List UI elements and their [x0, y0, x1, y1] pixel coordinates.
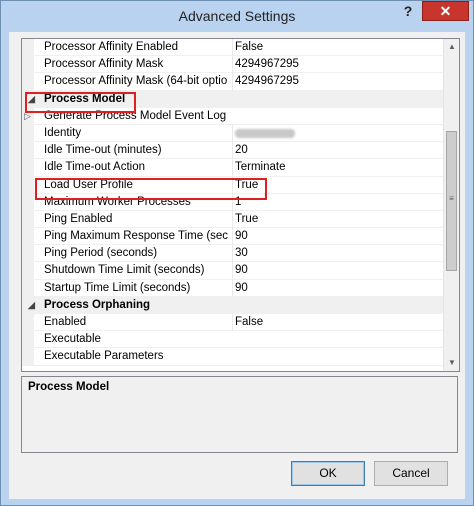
grid-row[interactable]: Executable Parameters: [22, 348, 443, 366]
help-button[interactable]: ?: [394, 1, 422, 21]
dialog-body: Processor Affinity Enabled False Processor…: [9, 32, 465, 499]
ok-button[interactable]: OK: [291, 461, 365, 486]
collapse-icon[interactable]: ◢: [28, 297, 35, 314]
cancel-button[interactable]: Cancel: [374, 461, 448, 486]
property-value[interactable]: 90: [232, 228, 445, 246]
property-name: Processor Affinity Enabled: [44, 41, 179, 53]
property-rows: Processor Affinity Enabled False Processor…: [22, 39, 443, 366]
grid-row[interactable]: Ping Enabled True: [22, 210, 445, 229]
property-name: Ping Enabled: [44, 212, 113, 225]
property-name: Idle Time-out (minutes): [44, 144, 162, 157]
row-gutter: [22, 210, 34, 228]
row-gutter: [22, 39, 34, 56]
property-name: Idle Time-out Action: [44, 161, 145, 174]
property-name: Enabled: [44, 316, 87, 328]
title-bar[interactable]: Advanced Settings ? ✕: [1, 1, 473, 32]
row-gutter: [22, 73, 34, 90]
property-name: Startup Time Limit (seconds): [44, 281, 191, 294]
row-gutter: [22, 228, 34, 245]
close-button[interactable]: ✕: [422, 1, 469, 21]
property-name: Ping Period (seconds): [44, 247, 158, 260]
property-value[interactable]: [232, 124, 445, 144]
row-gutter: [22, 176, 34, 193]
description-title: Process Model: [28, 381, 110, 393]
scroll-thumb[interactable]: ≡: [446, 131, 457, 271]
row-gutter: [22, 159, 34, 176]
property-value[interactable]: True: [232, 210, 445, 228]
row-gutter: [22, 279, 34, 296]
property-value[interactable]: 4294967295: [232, 56, 445, 74]
property-name: Executable Parameters: [44, 350, 164, 363]
property-name: Identity: [44, 126, 82, 139]
category-label: Process Model: [44, 92, 126, 105]
property-name: Executable: [44, 333, 101, 346]
grid-row[interactable]: Idle Time-out Action Terminate: [22, 159, 445, 177]
grid-row[interactable]: Startup Time Limit (seconds) 90: [22, 279, 445, 297]
row-gutter: [22, 124, 34, 142]
grid-row[interactable]: Shutdown Time Limit (seconds) 90: [22, 262, 445, 280]
grid-row[interactable]: Ping Period (seconds) 30: [22, 245, 445, 263]
advanced-settings-dialog: Advanced Settings ? ✕ Processor Affinity…: [0, 0, 474, 506]
property-grid[interactable]: Processor Affinity Enabled False Processor…: [21, 38, 460, 372]
property-name: Processor Affinity Mask (64-bit option): [44, 75, 228, 88]
grid-row[interactable]: Load User Profile True: [22, 176, 445, 194]
grid-row[interactable]: Executable: [22, 331, 443, 349]
grid-row[interactable]: Processor Affinity Enabled False: [22, 39, 445, 57]
redacted-value: [235, 128, 295, 138]
grid-row[interactable]: Processor Affinity Mask (64-bit option) 4…: [22, 73, 445, 91]
grid-row[interactable]: Maximum Worker Processes 1: [22, 193, 445, 211]
property-name: Shutdown Time Limit (seconds): [44, 264, 205, 277]
expand-icon[interactable]: ▷: [24, 108, 31, 125]
description-panel: Process Model: [21, 376, 458, 453]
property-value[interactable]: True: [232, 176, 445, 194]
scroll-up-icon[interactable]: ▲: [444, 39, 459, 55]
row-gutter: [22, 348, 34, 365]
grid-category[interactable]: ◢ Process Model: [22, 90, 443, 108]
collapse-icon[interactable]: ◢: [28, 91, 35, 108]
grid-row[interactable]: Processor Affinity Mask 4294967295: [22, 56, 445, 74]
property-name: Load User Profile: [44, 178, 133, 191]
row-gutter: [22, 56, 34, 73]
row-gutter: [22, 193, 34, 210]
property-name: Generate Process Model Event Log Entry: [44, 109, 228, 122]
property-value[interactable]: 90: [232, 279, 445, 297]
row-gutter: [22, 314, 34, 331]
vertical-scrollbar[interactable]: ▲ ≡ ▼: [443, 39, 459, 371]
property-value[interactable]: 4294967295: [232, 73, 445, 91]
property-name: Ping Maximum Response Time (seconds): [44, 230, 228, 243]
category-label: Process Orphaning: [44, 298, 151, 311]
property-value[interactable]: False: [232, 314, 445, 331]
grid-row[interactable]: Identity: [22, 124, 445, 144]
grid-row[interactable]: Ping Maximum Response Time (seconds) 90: [22, 228, 445, 246]
row-gutter: [22, 245, 34, 262]
property-value[interactable]: False: [232, 39, 445, 56]
property-value[interactable]: 30: [232, 245, 445, 263]
property-name: Processor Affinity Mask: [44, 58, 164, 71]
grid-category[interactable]: ◢ Process Orphaning: [22, 296, 443, 314]
property-value[interactable]: Terminate: [232, 159, 445, 177]
row-gutter: [22, 331, 34, 348]
grid-row[interactable]: Enabled False: [22, 314, 445, 332]
scroll-down-icon[interactable]: ▼: [444, 355, 459, 371]
row-gutter: [22, 262, 34, 279]
grip-icon: ≡: [449, 194, 454, 203]
property-value[interactable]: 1: [232, 193, 445, 211]
property-name: Maximum Worker Processes: [44, 195, 191, 208]
property-value[interactable]: 20: [232, 142, 445, 160]
grid-row[interactable]: ▷ Generate Process Model Event Log Entry: [22, 107, 443, 125]
property-value[interactable]: 90: [232, 262, 445, 280]
grid-row[interactable]: Idle Time-out (minutes) 20: [22, 142, 445, 160]
row-gutter: [22, 142, 34, 159]
